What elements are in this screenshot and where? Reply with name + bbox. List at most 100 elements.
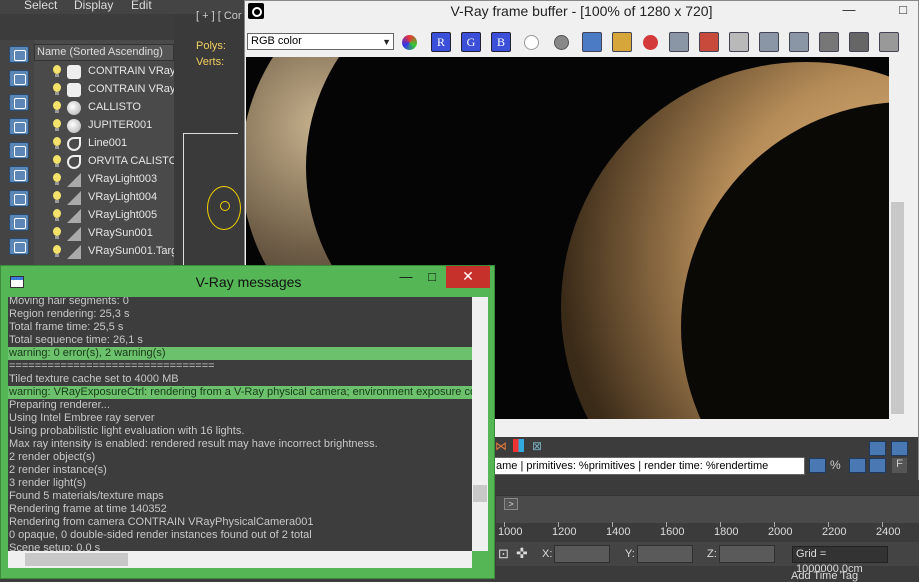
- list-item[interactable]: VRayLight004: [34, 189, 174, 207]
- y-label: Y:: [625, 548, 635, 560]
- stamp-text-field[interactable]: ame | primitives: %primitives | render t…: [493, 457, 805, 475]
- messages-minimize-button[interactable]: —: [393, 266, 419, 290]
- x-coordinate-field[interactable]: [554, 545, 610, 563]
- light-bulb-icon[interactable]: [52, 245, 62, 258]
- list-item[interactable]: VRayLight003: [34, 171, 174, 189]
- list-item[interactable]: VRayLight005: [34, 207, 174, 225]
- duplicate-to-max-vfb-icon[interactable]: [669, 32, 689, 52]
- save-image-icon[interactable]: [582, 32, 602, 52]
- column-header-name[interactable]: Name (Sorted Ascending): [34, 44, 174, 61]
- track-mouse-icon[interactable]: [699, 32, 719, 52]
- messages-h-scroll-thumb[interactable]: [25, 553, 128, 566]
- lock-icon[interactable]: ⊡: [498, 546, 509, 562]
- clear-image-icon[interactable]: [643, 35, 658, 50]
- display-helpers-icon[interactable]: [9, 142, 29, 159]
- warning-line: warning: 0 error(s), 2 warning(s): [8, 347, 472, 360]
- vfb-title-bar[interactable]: V-Ray frame buffer - [100% of 1280 x 720…: [245, 1, 918, 23]
- region-render-icon[interactable]: [759, 32, 779, 52]
- light-bulb-icon[interactable]: [52, 83, 62, 96]
- render-teapot-icon[interactable]: [729, 32, 749, 52]
- history-icon[interactable]: [879, 32, 899, 52]
- y-coordinate-field[interactable]: [637, 545, 693, 563]
- list-item[interactable]: VRaySun001: [34, 225, 174, 243]
- object-name: VRayLight005: [88, 209, 158, 221]
- list-item[interactable]: CONTRAIN VRayPhysicalCamera001.Target: [34, 81, 174, 99]
- red-channel-button[interactable]: R: [431, 32, 451, 52]
- vfb-vertical-scrollbar[interactable]: [889, 57, 906, 419]
- sphere-icon: [67, 101, 81, 115]
- menu-select[interactable]: Select: [24, 0, 57, 12]
- absolute-mode-icon[interactable]: ✜: [516, 545, 528, 562]
- light-bulb-icon[interactable]: [52, 155, 62, 168]
- stamp-font-button[interactable]: [809, 458, 826, 473]
- menu-edit[interactable]: Edit: [131, 0, 152, 12]
- light-bulb-icon[interactable]: [52, 191, 62, 204]
- light-bulb-icon[interactable]: [52, 173, 62, 186]
- alpha-channel-icon[interactable]: [524, 35, 539, 50]
- display-bones-icon[interactable]: [9, 238, 29, 255]
- log-line: Rendering frame at time 140352: [9, 503, 167, 515]
- display-xrefs-icon[interactable]: [9, 214, 29, 231]
- display-cameras-icon[interactable]: [9, 118, 29, 135]
- light-bulb-icon[interactable]: [52, 209, 62, 222]
- vfb-minimize-button[interactable]: —: [835, 1, 863, 21]
- add-time-tag-button[interactable]: Add Time Tag: [791, 570, 858, 582]
- pixel-info-icon[interactable]: ⋈: [495, 439, 507, 453]
- light-bulb-icon[interactable]: [52, 119, 62, 132]
- lens-effects-button[interactable]: [869, 441, 886, 456]
- z-coordinate-field[interactable]: [719, 545, 775, 563]
- show-corrections-icon[interactable]: [819, 32, 839, 52]
- list-item[interactable]: Line001: [34, 135, 174, 153]
- message-log: Moving hair segments: 0 Region rendering:…: [8, 297, 472, 551]
- lut-icon[interactable]: [849, 32, 869, 52]
- sphere-icon: [67, 119, 81, 133]
- messages-vertical-scrollbar[interactable]: [472, 297, 488, 551]
- light-bulb-icon[interactable]: [52, 65, 62, 78]
- vfb-scroll-thumb[interactable]: [891, 202, 904, 414]
- display-spacewarps-icon[interactable]: [9, 166, 29, 183]
- track-bar[interactable]: >: [496, 495, 919, 523]
- link-to-mouse-icon[interactable]: [789, 32, 809, 52]
- timeline-tick-label: 1000: [498, 526, 523, 538]
- list-item[interactable]: CALLISTO: [34, 99, 174, 117]
- object-name: ORVITA CALISTO: [88, 155, 174, 167]
- font-icon[interactable]: F: [892, 458, 907, 473]
- color-channels-icon[interactable]: [402, 35, 417, 50]
- camera-icon: [67, 65, 81, 79]
- list-item[interactable]: ORVITA CALISTO: [34, 153, 174, 171]
- percent-icon[interactable]: %: [830, 458, 841, 472]
- light-bulb-icon[interactable]: [52, 137, 62, 150]
- messages-close-button[interactable]: ✕: [446, 266, 490, 288]
- menu-display[interactable]: Display: [74, 0, 113, 12]
- stamp-align-button[interactable]: [849, 458, 866, 473]
- light-bulb-icon[interactable]: [52, 227, 62, 240]
- list-item[interactable]: JUPITER001: [34, 117, 174, 135]
- viewport-label[interactable]: [ + ] [ Cor: [196, 10, 242, 22]
- channel-select[interactable]: RGB color: [247, 33, 394, 50]
- light-bulb-icon[interactable]: [52, 101, 62, 114]
- vfb-maximize-button[interactable]: □: [889, 1, 917, 21]
- stamp-position-button[interactable]: [869, 458, 886, 473]
- messages-horizontal-scrollbar[interactable]: [8, 551, 472, 568]
- display-shapes-icon[interactable]: [9, 70, 29, 87]
- display-groups-icon[interactable]: [9, 190, 29, 207]
- object-name: CONTRAIN VRayPhysicalCamera001.Target: [88, 83, 174, 95]
- green-channel-button[interactable]: G: [461, 32, 481, 52]
- messages-maximize-button[interactable]: □: [419, 266, 445, 290]
- messages-scroll-thumb[interactable]: [473, 485, 487, 502]
- timeline: > 1000 1200 1400 1600 1800 2000 2200 2400 ⊡ ✜ X…: [496, 480, 919, 582]
- load-image-icon[interactable]: [612, 32, 632, 52]
- blue-channel-button[interactable]: B: [491, 32, 511, 52]
- stereo-icon[interactable]: [513, 439, 524, 452]
- display-geometry-icon[interactable]: [9, 46, 29, 63]
- list-item[interactable]: VRaySun001.Target: [34, 243, 174, 261]
- stamp-icon[interactable]: ⊠: [532, 439, 542, 453]
- camera-icon: [67, 83, 81, 97]
- time-slider[interactable]: >: [504, 498, 518, 510]
- stamp-toggle-button[interactable]: [891, 441, 908, 456]
- log-line: Max ray intensity is enabled: rendered r…: [9, 438, 378, 450]
- display-lights-icon[interactable]: [9, 94, 29, 111]
- list-item[interactable]: CONTRAIN VRayPhysicalCamera001: [34, 63, 174, 81]
- log-line: 3 render light(s): [9, 477, 87, 489]
- mono-mode-icon[interactable]: [554, 35, 569, 50]
